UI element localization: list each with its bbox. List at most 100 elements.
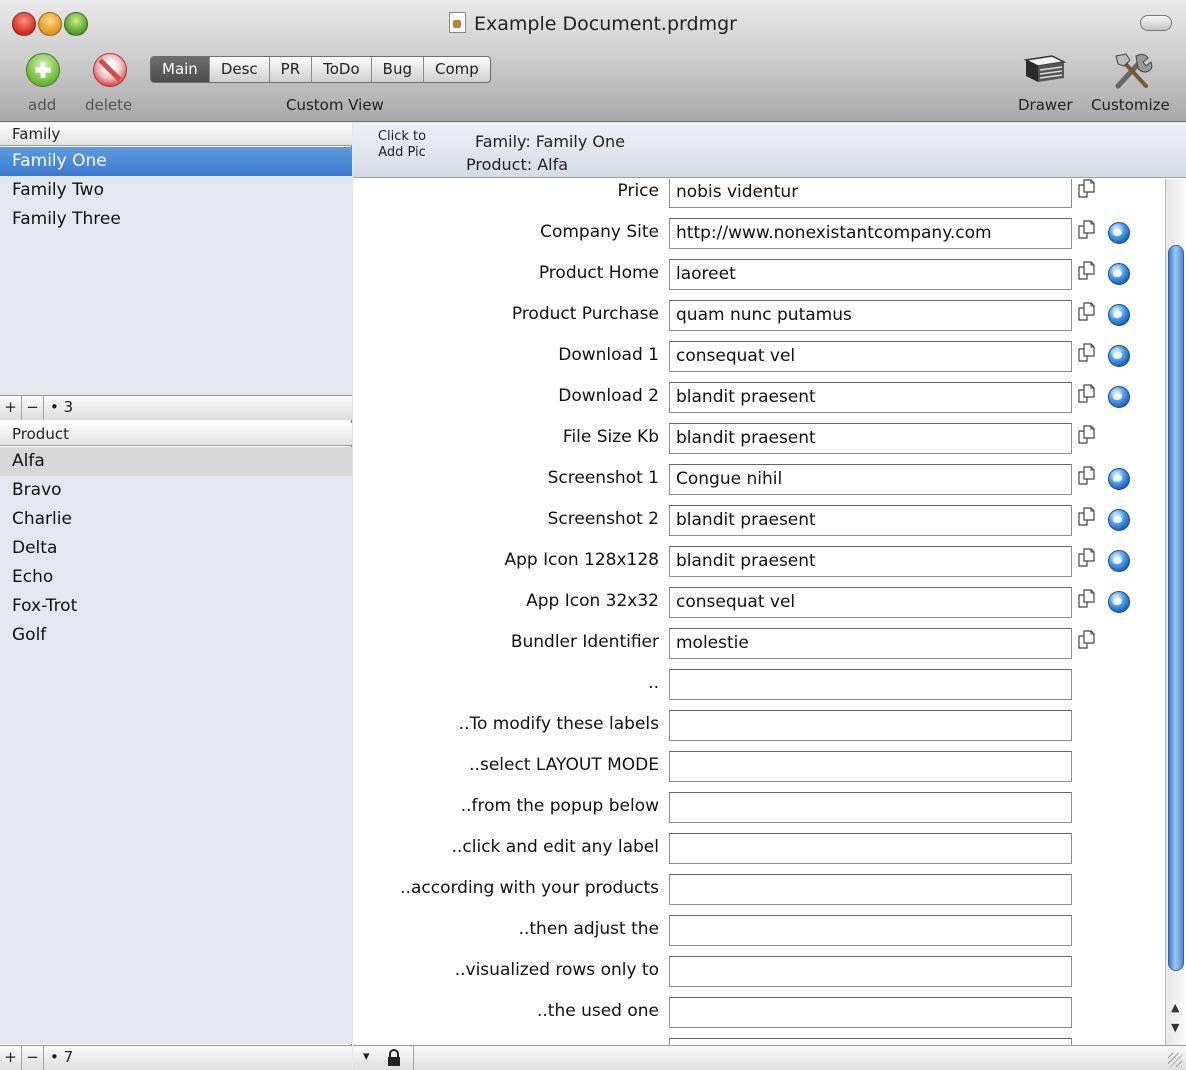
field-label[interactable]: App Icon 128x128	[504, 550, 659, 570]
field-input[interactable]: http://www.nonexistantcompany.com	[669, 218, 1072, 249]
field-input[interactable]: blandit praesent	[669, 423, 1072, 454]
lock-icon[interactable]	[387, 1049, 401, 1067]
field-input[interactable]	[669, 956, 1072, 987]
field-input[interactable]: blandit praesent	[669, 505, 1072, 536]
field-input[interactable]: consequat vel	[669, 341, 1072, 372]
product-list-item[interactable]: Bravo	[0, 476, 352, 505]
globe-icon[interactable]	[1108, 468, 1130, 490]
delete-icon[interactable]	[93, 53, 127, 87]
family-list-item[interactable]: Family Three	[0, 205, 352, 234]
field-label[interactable]: Product Purchase	[512, 304, 659, 324]
product-list-item[interactable]: Fox-Trot	[0, 592, 352, 621]
field-label[interactable]: Screenshot 2	[548, 509, 659, 529]
tab-bug[interactable]: Bug	[370, 57, 423, 82]
field-input[interactable]	[669, 751, 1072, 782]
field-input[interactable]	[669, 669, 1072, 700]
remove-family-button[interactable]: −	[22, 396, 44, 420]
drawer-icon[interactable]	[1022, 52, 1068, 90]
family-list-item[interactable]: Family One	[0, 147, 352, 176]
family-list-header[interactable]: Family	[0, 123, 352, 146]
product-list-item[interactable]: Delta	[0, 534, 352, 563]
field-input[interactable]	[669, 874, 1072, 905]
layout-mode-popup[interactable]: ▾	[363, 1049, 370, 1064]
resize-grip-icon[interactable]	[1168, 1053, 1182, 1067]
product-list-header[interactable]: Product	[0, 423, 352, 446]
copy-icon[interactable]	[1077, 302, 1097, 322]
globe-icon[interactable]	[1108, 550, 1130, 572]
copy-icon[interactable]	[1077, 343, 1097, 363]
field-input[interactable]: nobis videntur	[669, 179, 1072, 208]
field-label[interactable]: ..click and edit any label	[452, 837, 659, 857]
globe-icon[interactable]	[1108, 386, 1130, 408]
field-label[interactable]: Company Site	[540, 222, 659, 242]
add-product-button[interactable]: +	[0, 1046, 22, 1070]
scroll-down-arrow-icon[interactable]: ▼	[1171, 1021, 1179, 1034]
field-input[interactable]: blandit praesent	[669, 382, 1072, 413]
copy-icon[interactable]	[1077, 466, 1097, 486]
add-picture-button[interactable]: Click to Add Pic	[373, 129, 431, 161]
add-family-button[interactable]: +	[0, 396, 22, 420]
field-input[interactable]: Congue nihil	[669, 464, 1072, 495]
globe-icon[interactable]	[1108, 345, 1130, 367]
copy-icon[interactable]	[1077, 425, 1097, 445]
field-label[interactable]: ..then adjust the	[519, 919, 659, 939]
globe-icon[interactable]	[1108, 222, 1130, 244]
field-input[interactable]: consequat vel	[669, 587, 1072, 618]
field-input[interactable]	[669, 833, 1072, 864]
product-list-item[interactable]: Alfa	[0, 447, 352, 476]
field-label[interactable]: ..according with your products	[400, 878, 659, 898]
copy-icon[interactable]	[1077, 630, 1097, 650]
copy-icon[interactable]	[1077, 220, 1097, 240]
field-input[interactable]: blandit praesent	[669, 546, 1072, 577]
field-label[interactable]: Download 1	[558, 345, 659, 365]
scroll-up-arrow-icon[interactable]: ▲	[1171, 1001, 1179, 1014]
globe-icon[interactable]	[1108, 304, 1130, 326]
field-input[interactable]: molestie	[669, 628, 1072, 659]
product-list-item[interactable]: Golf	[0, 621, 352, 650]
customize-icon[interactable]	[1110, 50, 1156, 92]
field-input[interactable]: quam nunc putamus	[669, 300, 1072, 331]
document-icon[interactable]	[449, 12, 467, 33]
field-input[interactable]	[669, 915, 1072, 946]
globe-icon[interactable]	[1108, 263, 1130, 285]
tab-todo[interactable]: ToDo	[311, 57, 371, 82]
family-list-item[interactable]: Family Two	[0, 176, 352, 205]
field-input[interactable]	[669, 710, 1072, 741]
field-label[interactable]: ..To modify these labels	[459, 714, 659, 734]
tab-main[interactable]: Main	[151, 57, 209, 82]
tab-comp[interactable]: Comp	[422, 57, 490, 82]
field-label[interactable]: Download 2	[558, 386, 659, 406]
copy-icon[interactable]	[1077, 548, 1097, 568]
toolbar-toggle-button[interactable]	[1140, 15, 1172, 31]
field-label[interactable]: Price	[618, 181, 659, 201]
copy-icon[interactable]	[1077, 261, 1097, 281]
field-label[interactable]: App Icon 32x32	[526, 591, 659, 611]
vertical-scrollbar[interactable]: ▲ ▼	[1165, 179, 1186, 1045]
field-label[interactable]: ..	[648, 673, 659, 693]
field-input[interactable]	[669, 997, 1072, 1028]
field-input[interactable]: laoreet	[669, 259, 1072, 290]
tab-desc[interactable]: Desc	[208, 57, 269, 82]
tab-pr[interactable]: PR	[268, 57, 311, 82]
copy-icon[interactable]	[1077, 507, 1097, 527]
remove-product-button[interactable]: −	[22, 1046, 44, 1070]
copy-icon[interactable]	[1077, 589, 1097, 609]
scrollbar-thumb[interactable]	[1168, 245, 1184, 971]
product-list-item[interactable]: Echo	[0, 563, 352, 592]
field-label[interactable]: Product Home	[539, 263, 659, 283]
globe-icon[interactable]	[1108, 509, 1130, 531]
copy-icon[interactable]	[1077, 384, 1097, 404]
copy-icon[interactable]	[1077, 179, 1097, 199]
field-label[interactable]: ..select LAYOUT MODE	[469, 755, 659, 775]
add-icon[interactable]	[26, 53, 60, 87]
field-input[interactable]	[669, 1038, 1072, 1045]
product-list-item[interactable]: Charlie	[0, 505, 352, 534]
field-label[interactable]: ..from the popup below	[461, 796, 659, 816]
field-label[interactable]: ..visualized rows only to	[455, 960, 659, 980]
field-label[interactable]: File Size Kb	[563, 427, 659, 447]
field-label[interactable]: ..the used one	[537, 1001, 659, 1021]
field-label[interactable]: Screenshot 1	[548, 468, 659, 488]
field-label[interactable]: Bundler Identifier	[511, 632, 659, 652]
globe-icon[interactable]	[1108, 591, 1130, 613]
field-input[interactable]	[669, 792, 1072, 823]
